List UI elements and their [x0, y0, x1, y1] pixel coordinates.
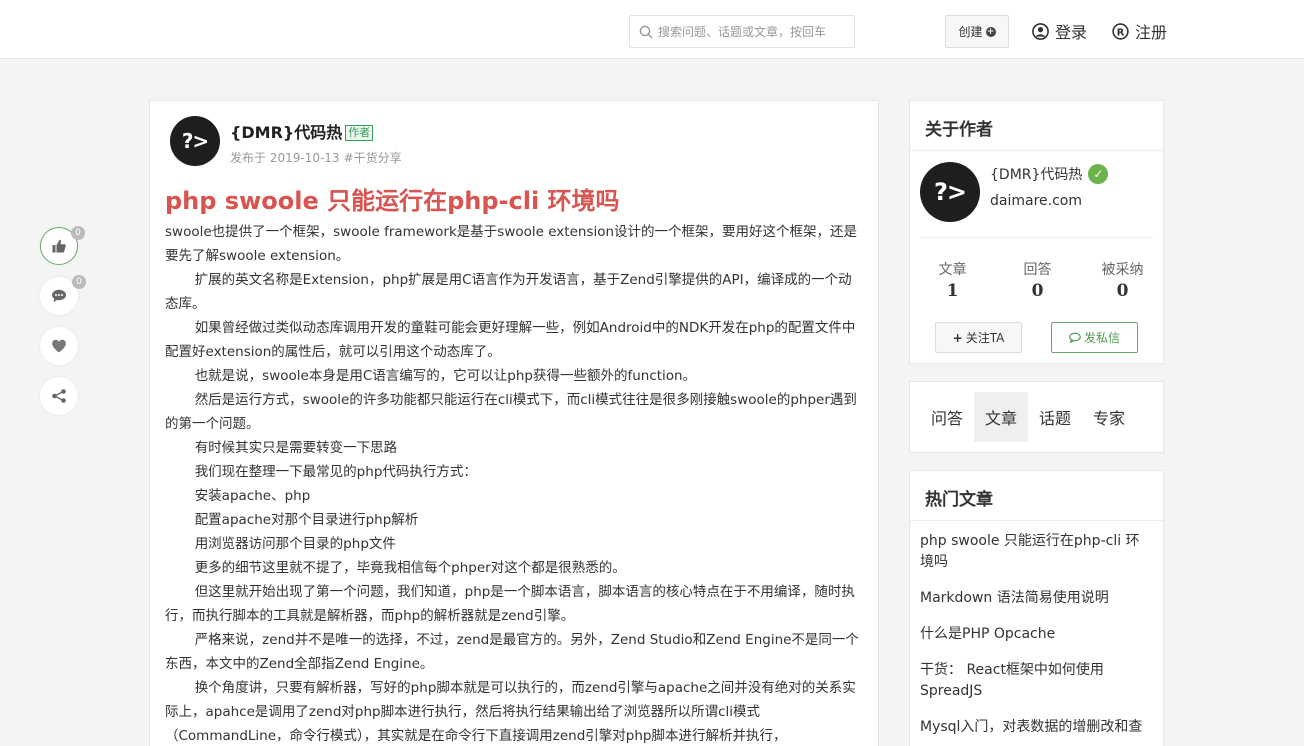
- site-logo[interactable]: [38, 0, 98, 8]
- post-meta: 发布于 2019-10-13 #干货分享: [230, 149, 402, 166]
- author-name[interactable]: {DMR}代码热 作者: [230, 119, 374, 143]
- create-button[interactable]: 创建 +: [945, 15, 1009, 48]
- publish-date: 发布于 2019-10-13: [230, 151, 340, 165]
- stat-label: 回答: [1023, 262, 1052, 278]
- comment-count-badge: 0: [72, 275, 86, 289]
- registered-icon: R: [1112, 22, 1129, 40]
- content-tabs: 问答 文章 话题 专家: [909, 381, 1164, 453]
- chat-icon: [1069, 332, 1081, 343]
- comment-button[interactable]: 0: [40, 275, 86, 315]
- sidebar-author-avatar[interactable]: ?>: [920, 162, 980, 222]
- about-author-panel: 关于作者 ?> {DMR}代码热 ✓ daimare.com 文章 1 回答 0…: [909, 100, 1164, 364]
- stat-value: 0: [1116, 281, 1129, 301]
- stat-label: 被采纳: [1101, 262, 1144, 278]
- heart-icon: [52, 339, 66, 353]
- top-navbar: 创建 + 登录 R 注册: [0, 0, 1304, 59]
- search-icon: [639, 25, 653, 39]
- article-paragraph: 严格来说，zend并不是唯一的选择，不过，zend是最官方的。另外，Zend S…: [165, 632, 859, 672]
- article-paragraph: 换个角度讲，只要有解析器，写好的php脚本就是可以执行的，而zend引擎与apa…: [165, 680, 856, 744]
- user-icon: [1032, 22, 1049, 40]
- stat-value: 1: [946, 281, 959, 301]
- article-body: swoole也提供了一个框架，swoole framework是基于swoole…: [165, 220, 863, 746]
- stat-accepted[interactable]: 被采纳 0: [1080, 259, 1165, 301]
- stat-label: 文章: [938, 262, 967, 278]
- article-title: php swoole 只能运行在php-cli 环境吗: [165, 187, 620, 215]
- hot-articles-heading: 热门文章: [910, 471, 1163, 521]
- article-card: ?> {DMR}代码热 作者 发布于 2019-10-13 #干货分享 php sw…: [149, 100, 879, 746]
- plus-icon: +: [952, 330, 963, 345]
- divider: [920, 237, 1153, 238]
- verified-check-icon: ✓: [1088, 164, 1109, 184]
- author-site: daimare.com: [990, 193, 1082, 209]
- favorite-button[interactable]: [40, 327, 78, 365]
- article-paragraph: 扩展的英文名称是Extension，php扩展是用C语言作为开发语言，基于Zen…: [165, 272, 852, 312]
- article-paragraph: 有时候其实只是需要转变一下思路: [194, 440, 398, 456]
- hot-article-link[interactable]: 干货： React框架中如何使用SpreadJS: [920, 660, 1153, 702]
- share-button[interactable]: [40, 377, 78, 415]
- svg-text:R: R: [1117, 27, 1125, 38]
- hot-article-link[interactable]: Markdown 语法简易使用说明: [920, 588, 1153, 609]
- category-tag[interactable]: #干货分享: [344, 151, 402, 165]
- stat-value: 0: [1031, 281, 1044, 301]
- article-paragraph: 用浏览器访问那个目录的php文件: [194, 536, 396, 552]
- author-name-text: {DMR}代码热: [230, 123, 343, 142]
- search-input[interactable]: [658, 24, 848, 39]
- message-label: 发私信: [1083, 331, 1120, 345]
- tab-topics[interactable]: 话题: [1028, 392, 1082, 442]
- follow-label: 关注TA: [965, 331, 1005, 345]
- article-paragraph: 我们现在整理一下最常见的php代码执行方式：: [194, 464, 477, 480]
- author-stats: 文章 1 回答 0 被采纳 0: [910, 259, 1165, 301]
- message-button[interactable]: 发私信: [1051, 322, 1138, 353]
- article-paragraph: 但这里就开始出现了第一个问题，我们知道，php是一个脚本语言，脚本语言的核心特点…: [165, 584, 855, 624]
- hot-article-link[interactable]: php swoole 只能运行在php-cli 环境吗: [920, 531, 1153, 573]
- article-paragraph: swoole也提供了一个框架，swoole framework是基于swoole…: [165, 224, 858, 264]
- tab-articles[interactable]: 文章: [974, 392, 1028, 442]
- sidebar-author-name[interactable]: {DMR}代码热 ✓: [990, 164, 1109, 184]
- login-link[interactable]: 登录: [1032, 20, 1087, 42]
- hot-articles-list: php swoole 只能运行在php-cli 环境吗 Markdown 语法简…: [910, 531, 1163, 738]
- article-paragraph: 配置apache对那个目录进行php解析: [194, 512, 419, 528]
- like-button[interactable]: 0: [40, 226, 85, 265]
- article-paragraph: 如果曾经做过类似动态库调用开发的童鞋可能会更好理解一些，例如Android中的N…: [165, 320, 856, 360]
- stat-articles[interactable]: 文章 1: [910, 259, 995, 301]
- login-label: 登录: [1055, 23, 1088, 42]
- article-paragraph: 更多的细节这里就不提了，毕竟我相信每个phper对这个都是很熟悉的。: [194, 560, 626, 576]
- hot-article-link[interactable]: Mysql入门，对表数据的增删改和查: [920, 717, 1153, 738]
- hot-article-link[interactable]: 什么是PHP Opcache: [920, 624, 1153, 645]
- tab-questions[interactable]: 问答: [920, 392, 974, 442]
- like-count-badge: 0: [71, 226, 85, 240]
- thumbs-up-icon: [52, 239, 66, 253]
- share-icon: [52, 389, 66, 403]
- hot-articles-panel: 热门文章 php swoole 只能运行在php-cli 环境吗 Markdow…: [909, 470, 1164, 746]
- sidebar-author-name-text: {DMR}代码热: [990, 167, 1083, 183]
- search-box[interactable]: [629, 15, 855, 48]
- author-tag-badge: 作者: [345, 125, 374, 141]
- tab-experts[interactable]: 专家: [1082, 392, 1136, 442]
- register-label: 注册: [1135, 23, 1168, 42]
- create-label: 创建: [958, 25, 983, 39]
- article-paragraph: 然后是运行方式，swoole的许多功能都只能运行在cli模式下，而cli模式往往…: [165, 392, 857, 432]
- article-paragraph: 安装apache、php: [194, 488, 311, 504]
- article-paragraph: 也就是说，swoole本身是用C语言编写的，它可以让php获得一些额外的func…: [194, 368, 697, 384]
- plus-circle-icon: +: [985, 26, 996, 37]
- author-avatar[interactable]: ?>: [170, 116, 220, 166]
- about-author-heading: 关于作者: [910, 101, 1163, 151]
- register-link[interactable]: R 注册: [1112, 20, 1167, 42]
- follow-button[interactable]: + 关注TA: [935, 322, 1022, 353]
- stat-answers[interactable]: 回答 0: [995, 259, 1080, 301]
- comment-icon: [52, 289, 66, 303]
